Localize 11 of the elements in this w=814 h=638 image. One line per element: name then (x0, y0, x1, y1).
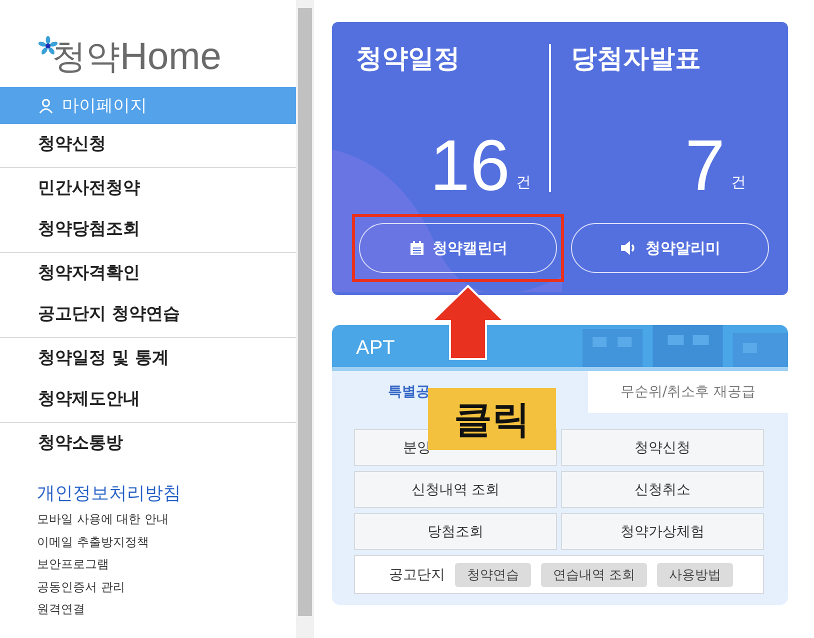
stat-count: 7 (684, 128, 725, 204)
click-tooltip: 클릭 (428, 388, 556, 450)
stat-title: 청약일정 (356, 44, 461, 74)
panel-title: APT (356, 336, 395, 360)
logo-brand: Home (120, 37, 222, 77)
stat-count: 16 (430, 128, 510, 204)
stat-title: 당첨자발표 (571, 44, 702, 74)
practice-label: 공고단지 (389, 566, 445, 584)
stat-unit: 건 (516, 173, 531, 192)
logo-text: 청약 (52, 37, 120, 77)
stat-unit: 건 (731, 173, 746, 192)
